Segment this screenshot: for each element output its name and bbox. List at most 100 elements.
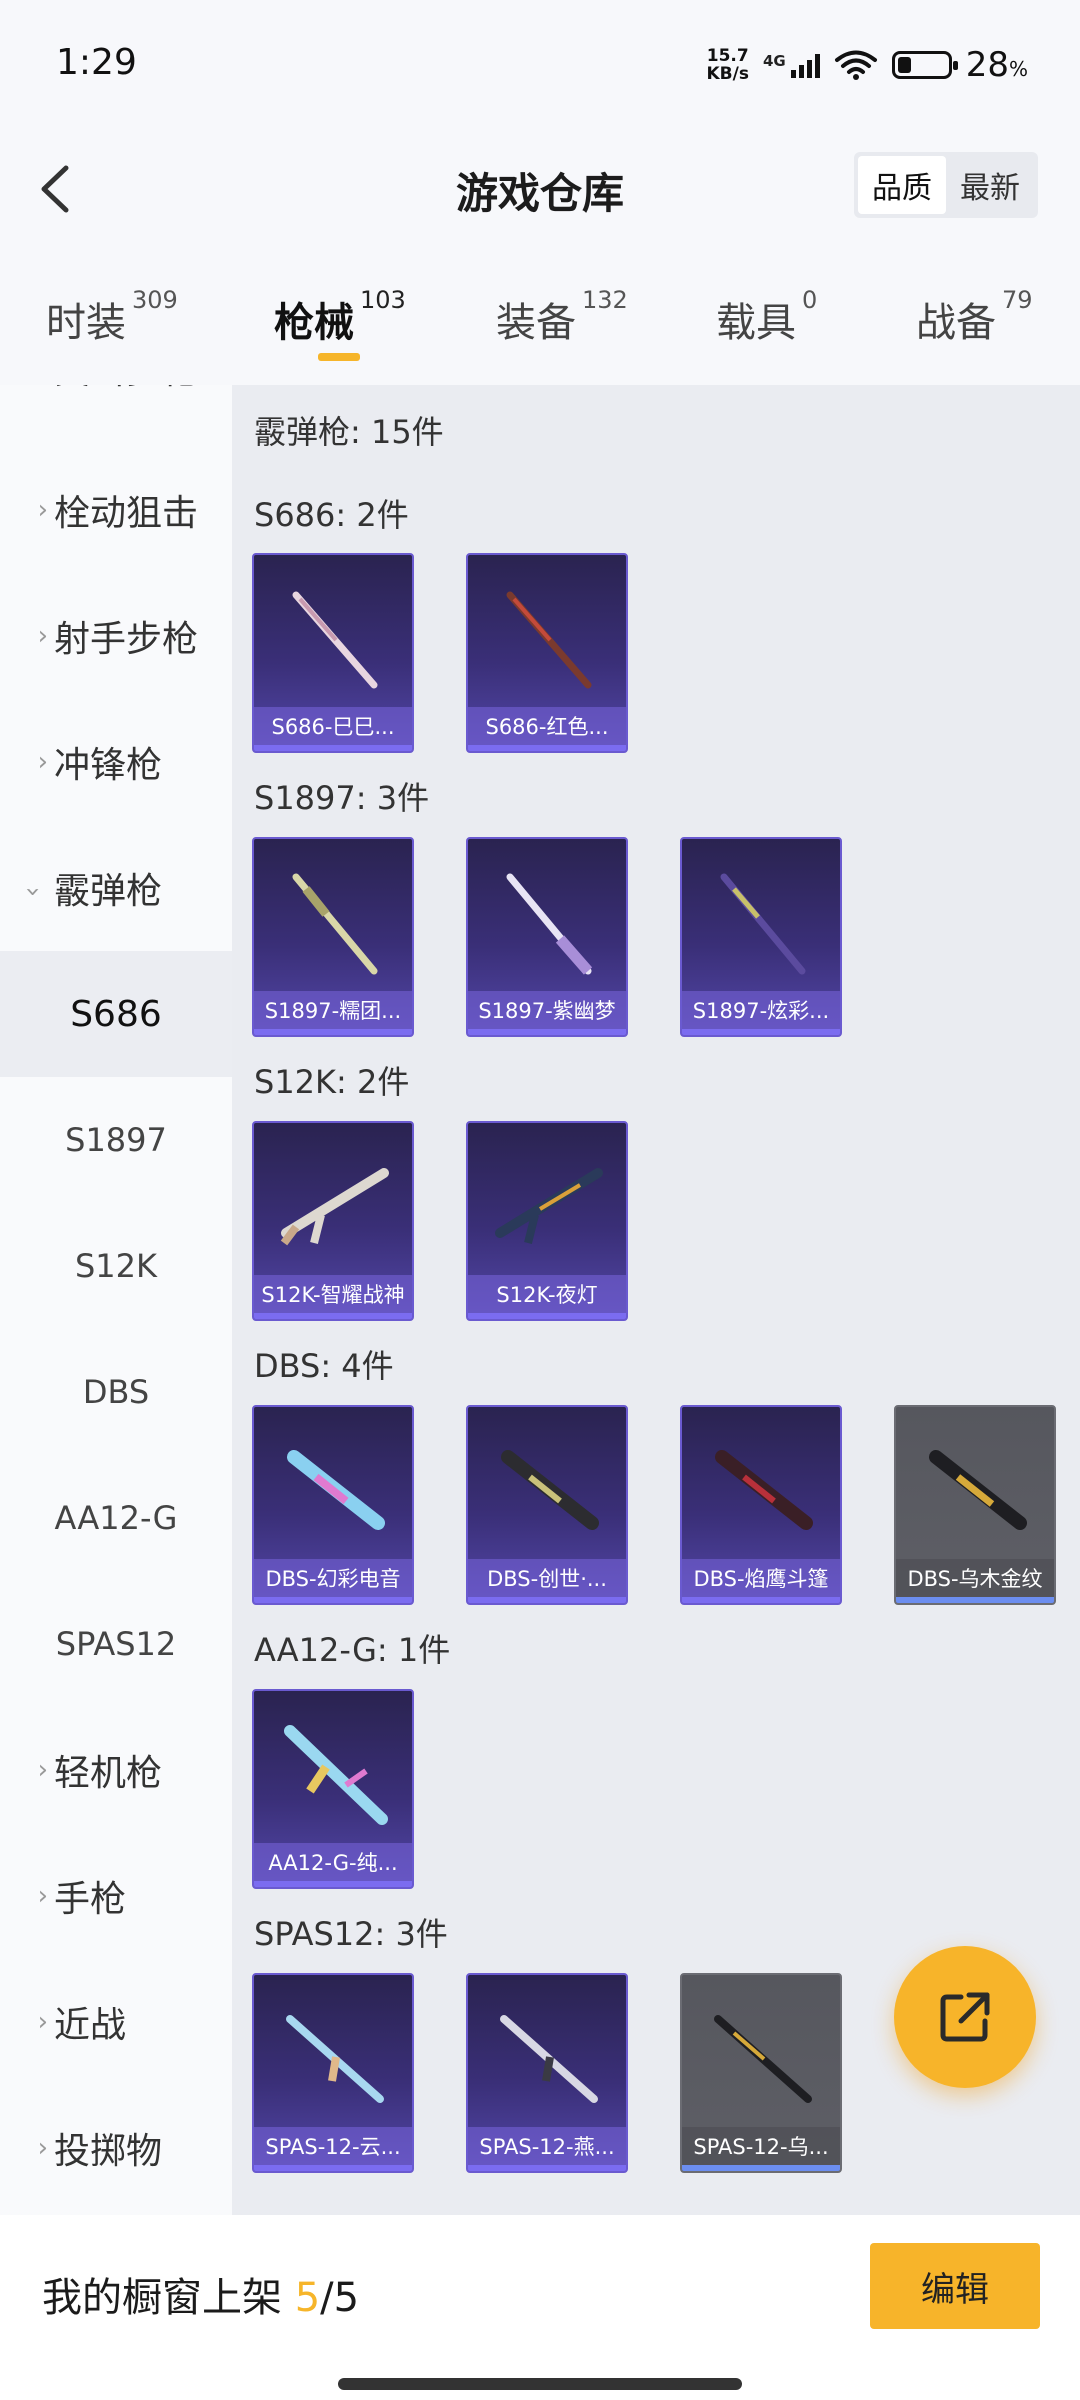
sidebar-item-bolt-sniper[interactable]: › 栓动狙击 — [0, 447, 232, 573]
group-title-s12k: S12K: 2件 — [254, 1063, 410, 1101]
group-title-aa12g: AA12-G: 1件 — [254, 1631, 451, 1669]
shotgun-icon — [506, 591, 592, 689]
shotgun-icon — [500, 2015, 598, 2103]
active-tab-indicator — [318, 353, 360, 361]
share-icon — [940, 1992, 990, 2042]
weapon-card-name: SPAS-12-乌... — [682, 2127, 840, 2171]
sort-latest-button[interactable]: 最新 — [946, 156, 1034, 214]
network-speed: 15.7 KB/s — [707, 47, 749, 83]
weapon-card[interactable]: S12K-智耀战神 — [252, 1121, 414, 1321]
tab-equipment[interactable]: 装备 132 — [496, 286, 628, 348]
shotgun-icon — [286, 2015, 384, 2103]
app-header: 游戏仓库 品质 最新 — [0, 130, 1080, 260]
rifle-icon — [284, 1725, 388, 1825]
tab-supplies[interactable]: 战备 79 — [916, 286, 1033, 348]
shotgun-icon — [929, 1450, 1027, 1530]
weapon-card[interactable]: S686-红色... — [466, 553, 628, 753]
showcase-count: 我的橱窗上架 5/5 — [42, 2275, 360, 2321]
sidebar-subitem-dbs[interactable]: DBS — [0, 1329, 232, 1455]
weapon-card-name: DBS-乌木金纹 — [896, 1559, 1054, 1603]
weapon-card[interactable]: S1897-紫幽梦 — [466, 837, 628, 1037]
weapon-card[interactable]: DBS-焰鹰斗篷 — [680, 1405, 842, 1605]
status-bar: 1:29 15.7 KB/s 4G 28% — [0, 0, 1080, 130]
category-tabs: 时装 309 枪械 103 装备 132 载具 0 战备 79 — [0, 260, 1080, 385]
sidebar-subitem-s12k[interactable]: S12K — [0, 1203, 232, 1329]
chevron-right-icon: › — [37, 1755, 48, 1785]
shotgun-icon — [292, 873, 378, 975]
tab-weapons[interactable]: 枪械 103 — [274, 286, 406, 348]
sort-quality-button[interactable]: 品质 — [858, 156, 946, 214]
sidebar-item-smg[interactable]: › 冲锋枪 — [0, 699, 232, 825]
weapon-card-name: DBS-焰鹰斗篷 — [682, 1559, 840, 1603]
sidebar-item-shotgun[interactable]: › 霰弹枪 — [0, 825, 232, 951]
weapon-card[interactable]: SPAS-12-云... — [252, 1973, 414, 2173]
shotgun-icon — [720, 873, 806, 975]
group-title-spas12: SPAS12: 3件 — [254, 1915, 448, 1953]
weapon-card[interactable]: DBS-乌木金纹 — [894, 1405, 1056, 1605]
group-title-s686: S686: 2件 — [254, 496, 409, 534]
weapon-card[interactable]: AA12-G-纯... — [252, 1689, 414, 1889]
sidebar-subitem-spas12[interactable]: SPAS12 — [0, 1581, 232, 1707]
sort-toggle: 品质 最新 — [854, 152, 1038, 218]
shotgun-icon — [714, 2015, 812, 2103]
weapon-card-name: S1897-紫幽梦 — [468, 991, 626, 1035]
home-indicator[interactable] — [338, 2378, 742, 2390]
battery-icon — [891, 51, 958, 79]
sidebar-item-melee[interactable]: › 近战 — [0, 1959, 232, 2085]
battery-percent: 28% — [965, 45, 1028, 85]
category-summary: 霰弹枪: 15件 — [254, 413, 444, 451]
sidebar-subitem-aa12g[interactable]: AA12-G — [0, 1455, 232, 1581]
weapon-card[interactable]: S1897-糯团... — [252, 837, 414, 1037]
share-button[interactable] — [894, 1946, 1036, 2088]
weapon-card-name: SPAS-12-燕... — [468, 2127, 626, 2171]
weapon-card-name: S686-巳巳... — [254, 707, 412, 751]
weapon-card-name: S12K-夜灯 — [468, 1275, 626, 1319]
shotgun-icon — [287, 1450, 385, 1530]
shotgun-icon — [501, 1450, 599, 1530]
bottom-bar: 我的橱窗上架 5/5 编辑 — [0, 2215, 1080, 2400]
weapon-card-name: SPAS-12-云... — [254, 2127, 412, 2171]
sidebar-item-lmg[interactable]: › 轻机枪 — [0, 1707, 232, 1833]
sidebar-subitem-s686[interactable]: S686 — [0, 951, 232, 1077]
status-icons: 15.7 KB/s 4G 28% — [707, 40, 1029, 90]
sidebar-item-throwables[interactable]: › 投掷物 — [0, 2085, 232, 2211]
cellular-signal-icon: 4G — [763, 52, 820, 78]
weapon-card-name: S686-红色... — [468, 707, 626, 751]
weapon-card[interactable]: DBS-创世·... — [466, 1405, 628, 1605]
wifi-icon — [834, 50, 877, 80]
group-title-s1897: S1897: 3件 — [254, 779, 430, 817]
tab-fashion[interactable]: 时装 309 — [46, 286, 178, 348]
weapon-card[interactable]: DBS-幻彩电音 — [252, 1405, 414, 1605]
weapon-card-name: DBS-幻彩电音 — [254, 1559, 412, 1603]
weapon-card-name: S1897-糯团... — [254, 991, 412, 1035]
weapon-card-name: DBS-创世·... — [468, 1559, 626, 1603]
shotgun-icon — [292, 591, 378, 689]
weapon-card[interactable]: SPAS-12-乌... — [680, 1973, 842, 2173]
sidebar-item-assault-rifle[interactable]: ›突击步枪 — [0, 385, 232, 431]
weapon-card[interactable]: S1897-炫彩... — [680, 837, 842, 1037]
tab-vehicles[interactable]: 载具 0 — [716, 286, 817, 348]
weapon-card[interactable]: S12K-夜灯 — [466, 1121, 628, 1321]
network-speed-value: 15.7 — [706, 46, 749, 66]
rifle-icon — [495, 1168, 603, 1244]
network-type: 4G — [762, 52, 786, 70]
sidebar-item-pistol[interactable]: › 手枪 — [0, 1833, 232, 1959]
sidebar-subitem-s1897[interactable]: S1897 — [0, 1077, 232, 1203]
edit-button[interactable]: 编辑 — [870, 2243, 1040, 2329]
rifle-icon — [280, 1168, 389, 1246]
sidebar-item-marksman-rifle[interactable]: › 射手步枪 — [0, 573, 232, 699]
chevron-right-icon: › — [37, 495, 48, 525]
network-speed-unit: KB/s — [706, 64, 749, 84]
sidebar: ›突击步枪 ›栓动狙击 ›射手步枪 ›冲锋枪 ›霰弹枪 S686 S1897 S… — [0, 385, 232, 2215]
weapon-card[interactable]: S686-巳巳... — [252, 553, 414, 753]
weapon-card-name: S12K-智耀战神 — [254, 1275, 412, 1319]
chevron-right-icon: › — [37, 747, 48, 777]
weapon-card-name: S1897-炫彩... — [682, 991, 840, 1035]
chevron-right-icon: › — [37, 2133, 48, 2163]
shotgun-icon — [715, 1450, 813, 1530]
chevron-down-icon: › — [18, 886, 48, 897]
chevron-right-icon: › — [37, 1881, 48, 1911]
weapon-card[interactable]: SPAS-12-燕... — [466, 1973, 628, 2173]
weapon-grid: 霰弹枪: 15件 S686: 2件 S686-巳巳... S686-红色... … — [232, 385, 1080, 2215]
status-time: 1:29 — [56, 42, 137, 83]
